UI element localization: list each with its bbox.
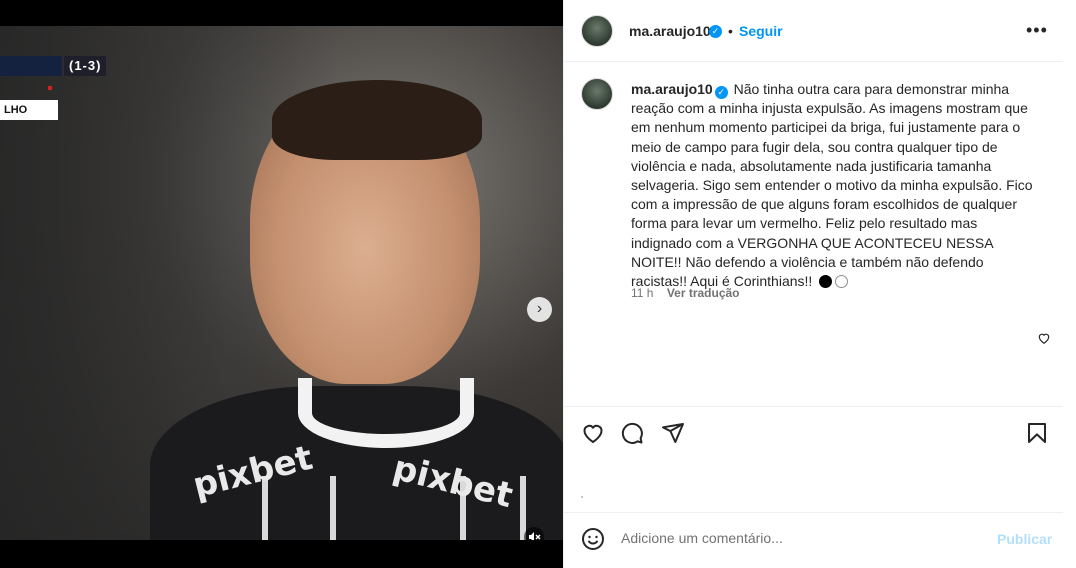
divider [564,406,1064,407]
post-caption: ma.araujo10 ✓ Não tinha outra cara para d… [631,80,1041,291]
more-options-icon: ••• [1026,20,1048,40]
player-hair [272,80,482,160]
author-avatar[interactable] [581,15,613,47]
shirt-stripe [330,476,336,540]
post-header: ma.araujo10 ✓ • Seguir ••• [564,0,1064,62]
comment-icon[interactable] [620,421,644,445]
scoreboard-bar [0,56,62,76]
white-circle-emoji-icon [835,275,849,289]
chevron-right-icon: › [536,300,543,317]
comment-composer: Publicar [564,512,1064,568]
scoreboard-score: (1-3) [64,56,107,76]
post-side-panel: ma.araujo10 ✓ • Seguir ••• ma.araujo10 ✓ … [563,0,1064,568]
instagram-post-modal: (1-3) LHO pixbet pixbet › ma.araujo10 ✓ … [0,0,1076,568]
post-time: 11 h [631,286,654,300]
caption-avatar[interactable] [581,78,613,110]
share-icon[interactable] [661,421,685,445]
carousel-next-button[interactable]: › [527,297,552,322]
follow-button[interactable]: Seguir [739,23,783,39]
player-name-caption: LHO [0,100,58,120]
likes-placeholder [581,496,583,498]
shirt-collar [298,378,474,448]
caption-username[interactable]: ma.araujo10 [631,81,713,97]
like-caption-heart-icon[interactable] [1037,331,1051,345]
caption-text: Não tinha outra cara para demonstrar min… [631,81,1033,290]
bookmark-icon[interactable] [1025,421,1049,445]
heart-icon[interactable] [581,421,605,445]
verified-badge-icon: ✓ [714,86,728,99]
red-card-marker [48,86,52,90]
emoji-icon[interactable] [581,527,605,551]
more-options-button[interactable]: ••• [1026,20,1048,41]
header-separator: • [728,23,733,39]
comment-input[interactable] [621,530,981,546]
scroll-gutter [1063,0,1076,568]
verified-badge-icon: ✓ [709,25,722,38]
caption-meta: 11 h Ver tradução [631,286,750,300]
post-comment-button[interactable]: Publicar [997,531,1052,547]
author-username[interactable]: ma.araujo10 [629,23,711,39]
post-actions [581,421,1051,447]
speaker-muted-icon [529,532,541,540]
black-circle-emoji-icon [819,275,833,289]
mute-button[interactable] [524,527,544,540]
post-media[interactable]: (1-3) LHO pixbet pixbet › [0,26,563,540]
see-translation-link[interactable]: Ver tradução [667,286,740,300]
